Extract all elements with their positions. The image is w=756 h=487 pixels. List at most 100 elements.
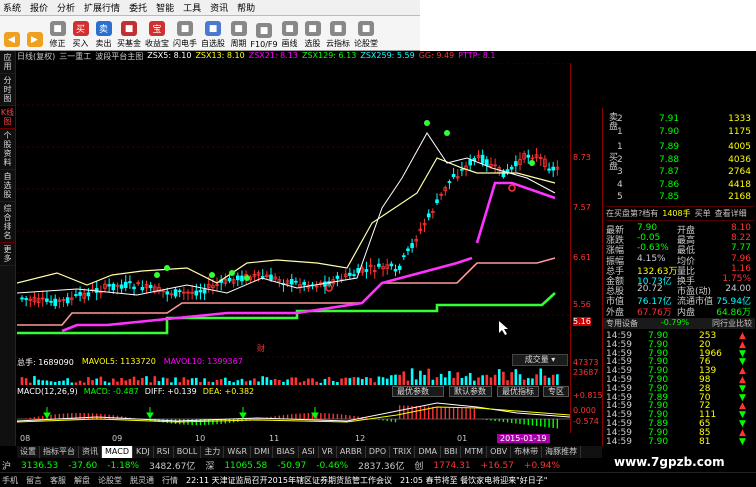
menu-item-4[interactable]: 委托 [129,1,147,14]
indicator-tab-17[interactable]: BBI [441,446,462,458]
select-button[interactable]: ■ 选股 [301,16,324,50]
back-button[interactable]: ◀ [0,16,23,50]
volume-bar [157,381,161,385]
indicator-tab-7[interactable]: 主力 [201,446,225,458]
indicator-tab-15[interactable]: TRIX [390,446,416,458]
quick-trade-button[interactable]: ■ 闪电手 [171,16,199,50]
industry-name-tab[interactable]: 专用设备 [606,318,638,329]
status-item[interactable]: 脱灵通 [130,475,154,486]
nav-tab-1[interactable]: 分时图 [0,74,15,106]
volume-bar [527,378,530,385]
indicator-tab-0[interactable]: 设置 [17,446,40,458]
indicator-tab-4[interactable]: KDJ [133,446,154,458]
volume-chart[interactable] [17,367,570,385]
status-item[interactable]: 解盘 [74,475,90,486]
menu-item-0[interactable]: 系统 [3,1,21,14]
nav-tab-3[interactable]: 个股资料 [0,129,15,170]
level-price: 7.89 [659,142,680,152]
indicator-tab-8[interactable]: W&R [224,446,252,458]
nav-tab-2[interactable]: K线图 [0,106,15,129]
forward-button[interactable]: ▶ [23,16,46,50]
buy-order-link[interactable]: 买单 [695,208,711,219]
indicator-tab-16[interactable]: DMA [415,446,442,458]
buy-button[interactable]: 买买入 [69,16,92,50]
indicator-tab-11[interactable]: ASI [299,446,319,458]
yield-button[interactable]: 宝收益宝 [143,16,171,50]
indicator-tab-18[interactable]: MTM [461,446,488,458]
volume-selector-button[interactable]: 成交量 ▾ [512,354,568,366]
volume-bar [145,376,148,385]
menu-item-5[interactable]: 智能 [156,1,174,14]
volume-bar [286,379,289,385]
indicator-tab-13[interactable]: ARBR [337,446,366,458]
indicator-tab-5[interactable]: RSI [154,446,174,458]
menu-item-7[interactable]: 资讯 [210,1,228,14]
stat-label: 内盘 [677,307,696,318]
volume-bar [273,378,277,385]
volume-bar [178,382,181,385]
chat-icon: ■ [358,21,374,36]
macd-button-2[interactable]: 最优指标 [497,386,539,397]
indicator-tab-10[interactable]: BIAS [273,446,299,458]
f10-button[interactable]: ■ F10/F9 [250,16,278,50]
modify-button[interactable]: ■ 修正 [46,16,69,50]
sell-label: 卖出 [95,39,112,48]
stat-value: 1.75% [722,274,751,284]
indicator-tab-6[interactable]: BOLL [174,446,202,458]
level-num: 2 [617,154,623,165]
menu-item-8[interactable]: 帮助 [237,1,255,14]
view-detail-link[interactable]: 查看详细 [715,208,747,219]
volume-bar [257,381,260,385]
indicator-tab-3[interactable]: MACD [102,446,133,458]
forum-button[interactable]: ■ 论股堂 [352,16,380,50]
volume-bar [269,380,273,385]
status-item[interactable]: 论股堂 [98,475,122,486]
status-item[interactable]: 手机 [2,475,18,486]
volume-bar [423,374,426,385]
period-button[interactable]: ■ 周期 [227,16,250,50]
indicator-tab-9[interactable]: DMI [251,446,274,458]
indicator-tab-19[interactable]: OBV [487,446,512,458]
signal-dot [244,275,250,281]
ticker-item: +0.94% [523,460,561,471]
nav-tab-6[interactable]: 更多 [0,243,15,266]
indicator-tab-2[interactable]: 资讯 [79,446,102,458]
macd-button-0[interactable]: 最优参数 [392,386,444,397]
nav-tab-4[interactable]: 自选股 [0,170,15,202]
macd-chart[interactable] [17,397,570,435]
indicator-tab-12[interactable]: VR [319,446,337,458]
level-qty: 1175 [728,127,751,137]
status-item[interactable]: 行情 [162,475,178,486]
kline-chart[interactable]: 财 [17,63,570,358]
menu-item-6[interactable]: 工具 [183,1,201,14]
indicator-tab-14[interactable]: DPO [366,446,391,458]
nav-tab-5[interactable]: 综合排名 [0,202,15,243]
industry-compare-tab[interactable]: 同行业比较 [712,318,752,329]
sell-button[interactable]: 卖卖出 [92,16,115,50]
menu-item-3[interactable]: 扩展行情 [84,1,120,14]
candle-body [65,297,70,304]
status-item[interactable]: 客服 [50,475,66,486]
drawline-button[interactable]: ■ 画线 [278,16,301,50]
candle-body [140,286,145,291]
volume-bar [58,381,61,385]
candle-body [227,277,232,282]
indicator-tab-21[interactable]: 海豚推荐 [542,446,582,458]
indicator-tab-20[interactable]: 布林带 [511,446,543,458]
macd-button-1[interactable]: 默认参数 [449,386,492,397]
macd-button-3[interactable]: 专区 [543,386,569,397]
candle-body [410,243,414,248]
menu-item-1[interactable]: 报价 [30,1,48,14]
volume-bar [506,380,509,385]
watchlist-button[interactable]: ■ 自选股 [199,16,227,50]
volume-bar [493,374,497,385]
volume-bar [551,374,555,385]
nav-tab-0[interactable]: 应用 [0,51,15,74]
volume-bar [319,382,323,385]
menu-item-2[interactable]: 分析 [57,1,75,14]
status-item[interactable]: 留言 [26,475,42,486]
indicator-tab-1[interactable]: 指标平台 [40,446,79,458]
fund-buy-button[interactable]: ■ 买基金 [115,16,143,50]
ticker-item: -0.46% [316,460,349,471]
indicator-button[interactable]: ■ 云指标 [324,16,352,50]
